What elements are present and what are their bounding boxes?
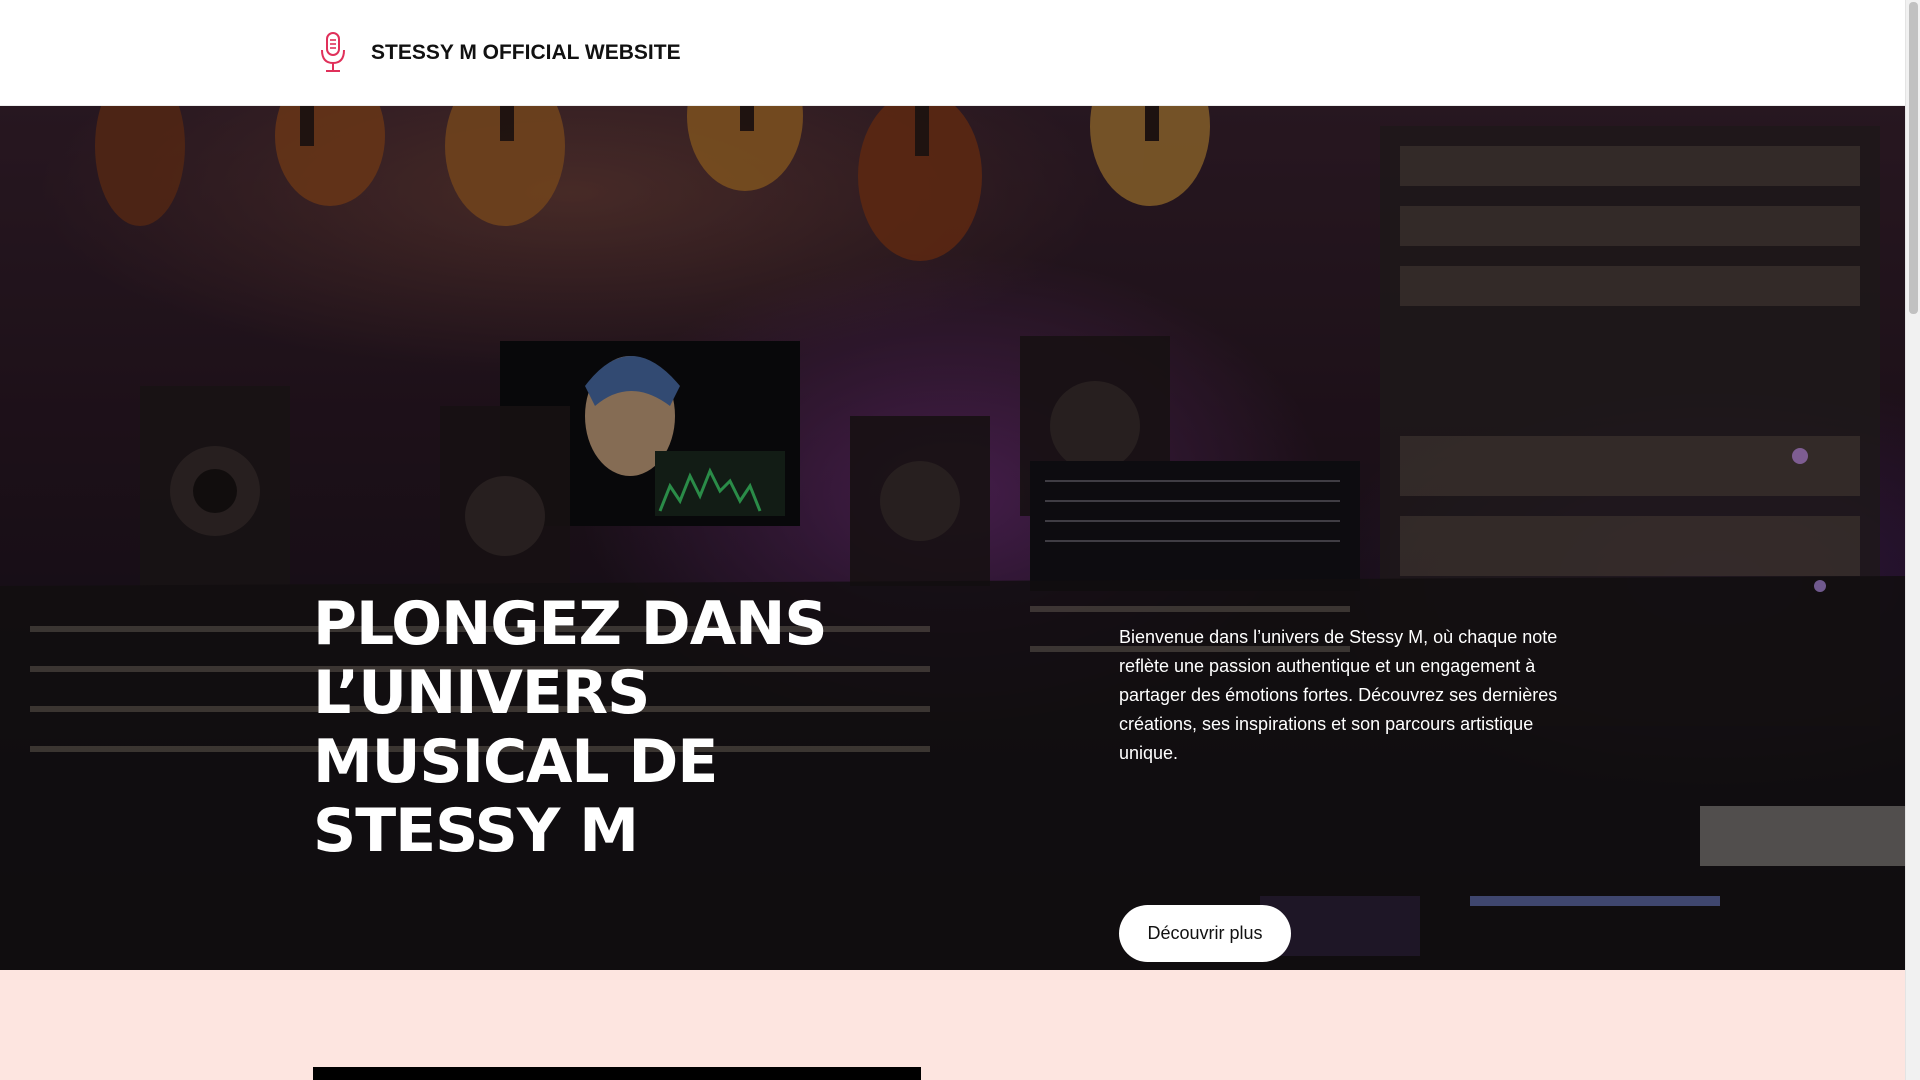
site-title[interactable]: STESSY M OFFICIAL WEBSITE (371, 41, 681, 65)
scrollbar-thumb[interactable] (1909, 2, 1918, 314)
hero-section: PLONGEZ DANS L’UNIVERS MUSICAL DE STESSY… (0, 106, 1905, 970)
video-embed[interactable] (313, 1067, 921, 1080)
discover-more-button[interactable]: Découvrir plus (1119, 905, 1291, 962)
microphone-icon[interactable] (313, 30, 353, 76)
hero-heading: PLONGEZ DANS L’UNIVERS MUSICAL DE STESSY… (313, 589, 828, 866)
page: STESSY M OFFICIAL WEBSITE PLONGEZ DANS L… (0, 0, 1920, 1080)
hero-overlay (0, 106, 1905, 970)
about-section (0, 970, 1905, 1080)
hero-description: Bienvenue dans l’univers de Stessy M, où… (1119, 627, 1558, 763)
site-header: STESSY M OFFICIAL WEBSITE (0, 0, 1905, 106)
page-scrollbar[interactable] (1905, 0, 1920, 1080)
